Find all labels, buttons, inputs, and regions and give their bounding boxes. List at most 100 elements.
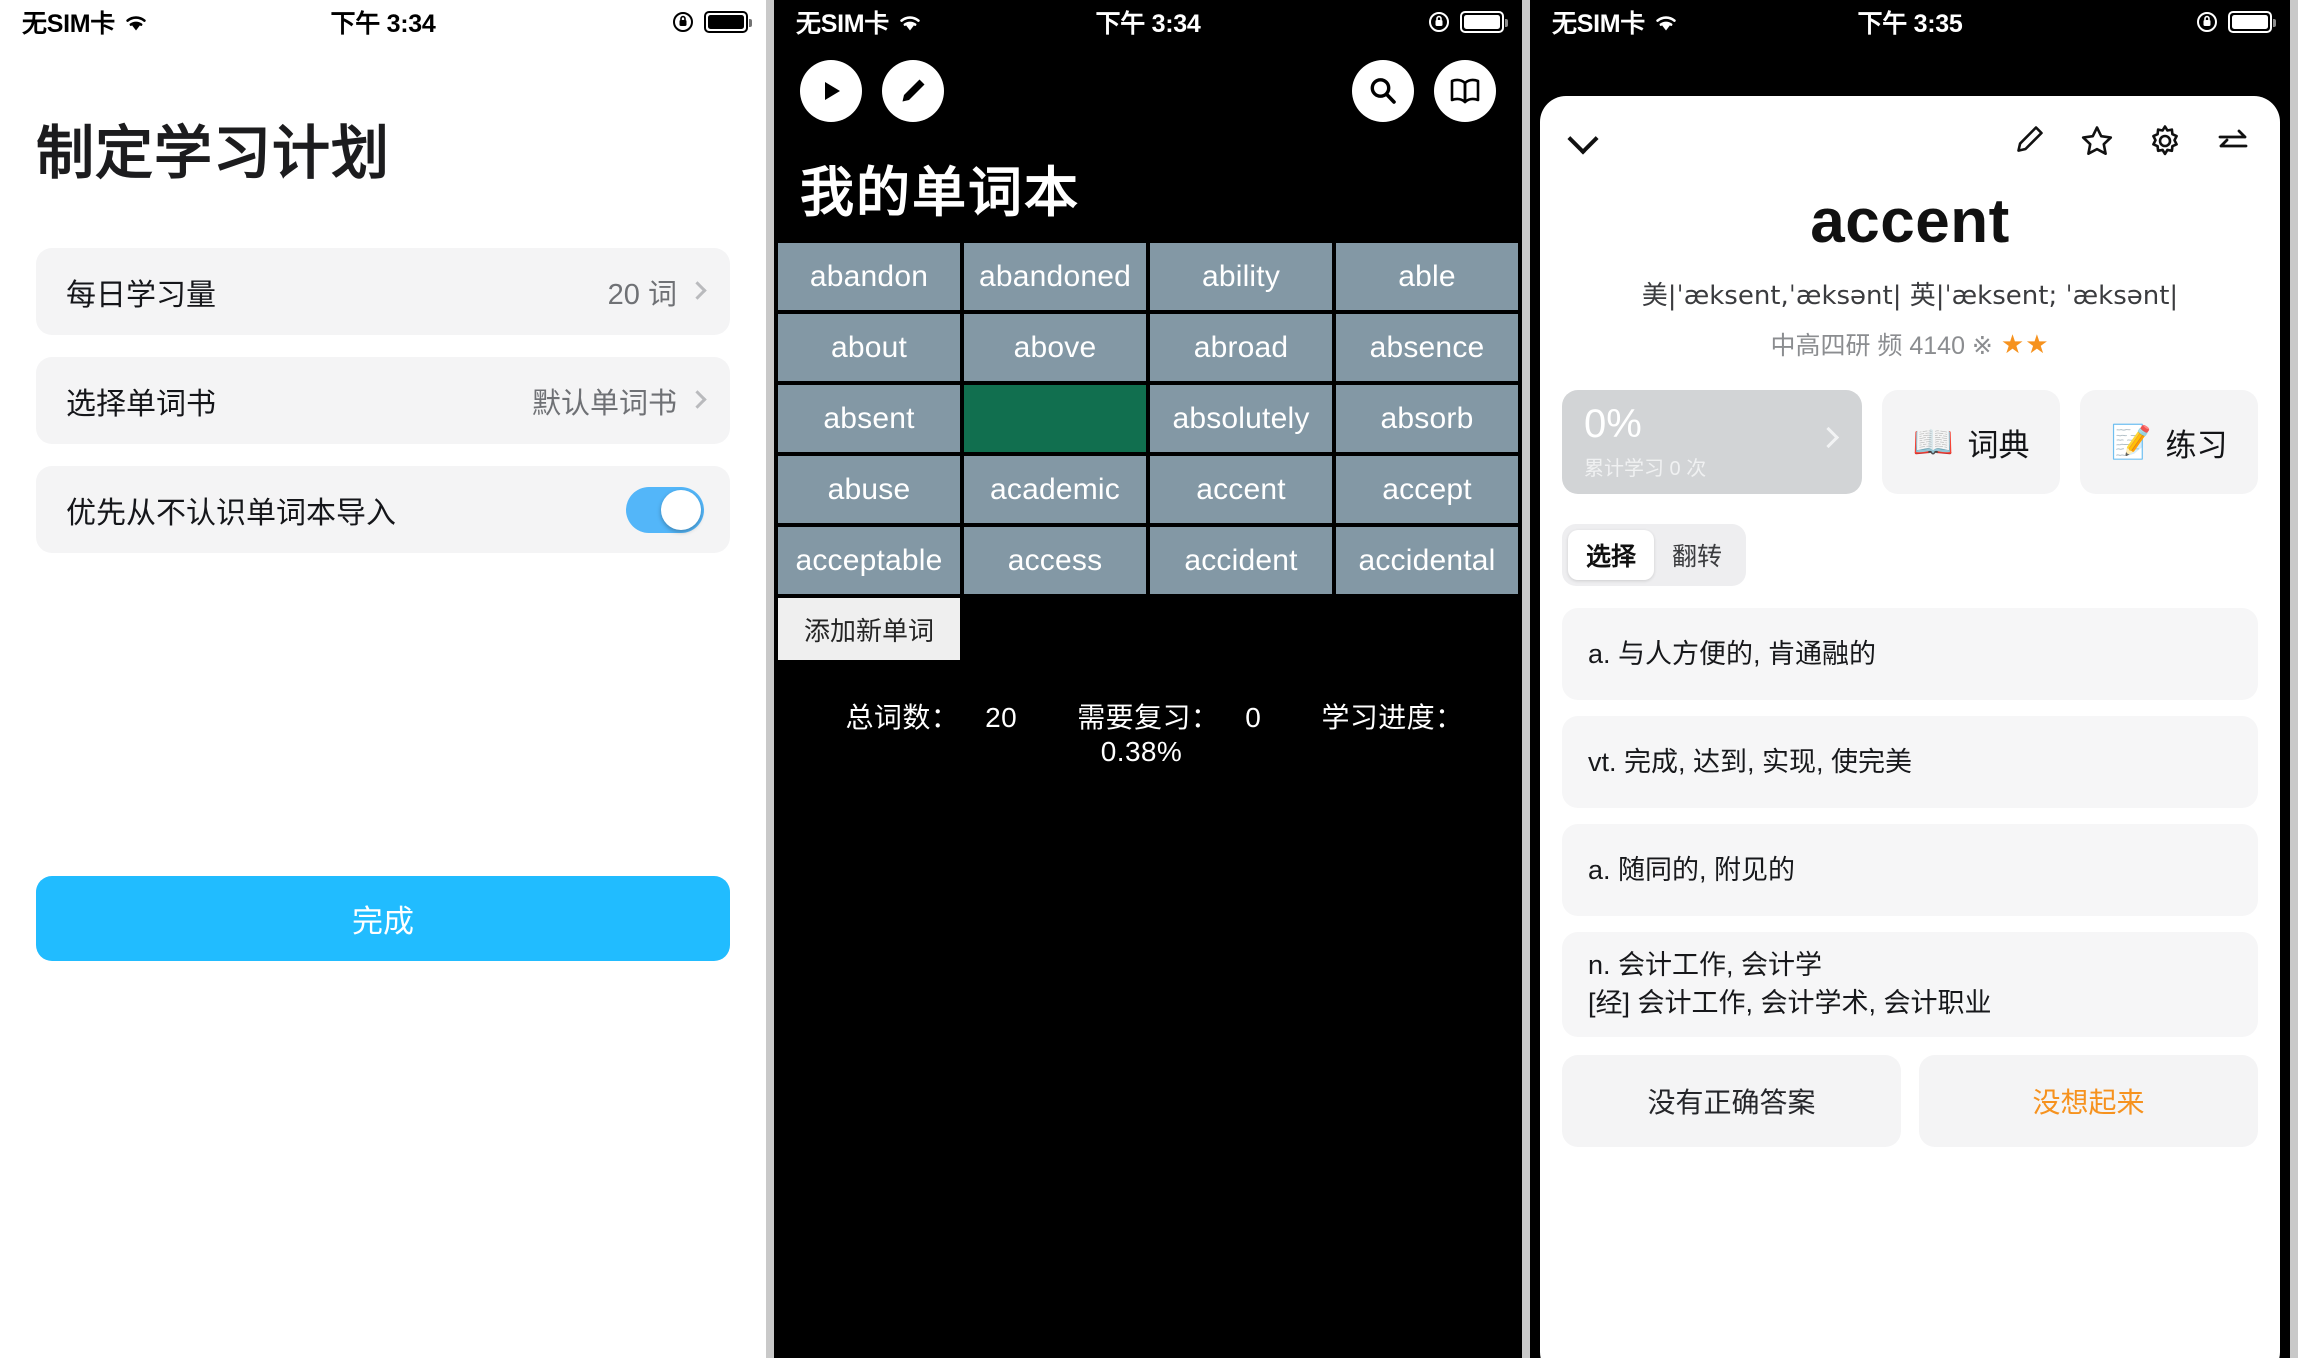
wordbook-title: 我的单词本 [800, 163, 1080, 223]
finish-button[interactable]: 完成 [36, 876, 730, 961]
study-progress-card[interactable]: 0% 累计学习 0 次 [1562, 390, 1862, 494]
word-cell[interactable]: absolutely [1150, 385, 1332, 452]
panel-my-wordbook: 无SIM卡 下午 3:34 我的单词本 abandon abandoned ab… [766, 0, 1530, 1358]
swap-icon[interactable] [2216, 124, 2250, 163]
stat-total: 总词数： 20 [833, 702, 1031, 733]
status-right-panel1 [672, 11, 752, 33]
gear-icon[interactable] [2148, 124, 2182, 163]
memo-pencil-icon: 📝 [2110, 422, 2152, 460]
word-cell[interactable]: absence [1336, 314, 1518, 381]
panel-word-detail: 无SIM卡 下午 3:35 accent 美|ˈæksent,ˈæksənt| … [1530, 0, 2290, 1358]
status-right-panel3 [2196, 11, 2276, 33]
word-frequency-text: 中高四研 频 4140 ※ [1770, 332, 1993, 360]
stat-review-label: 需要复习： [1077, 702, 1220, 733]
practice-button[interactable]: 📝 练习 [2080, 390, 2258, 494]
answer-option[interactable]: vt. 完成, 达到, 实现, 使完美 [1562, 716, 2258, 808]
setting-label: 选择单词书 [66, 387, 216, 421]
word-cell[interactable]: accidental [1336, 527, 1518, 594]
practice-label: 练习 [2165, 427, 2228, 463]
battery-icon [2228, 11, 2276, 33]
stat-progress-label: 学习进度： [1321, 702, 1464, 733]
word-title: accent [1810, 187, 2010, 256]
answer-option[interactable]: n. 会计工作, 会计学 [经] 会计工作, 会计学术, 会计职业 [1562, 932, 2258, 1037]
wordbook-toolbar [774, 44, 1522, 142]
word-cell[interactable]: accident [1150, 527, 1332, 594]
battery-icon [704, 11, 752, 33]
dictionary-button[interactable]: 📖 词典 [1882, 390, 2060, 494]
pencil-icon[interactable] [2012, 124, 2046, 163]
word-frequency: 中高四研 频 4140 ※ ★★ [1540, 326, 2280, 362]
word-cell[interactable]: absorb [1336, 385, 1518, 452]
word-cell-selected[interactable] [964, 385, 1146, 452]
dictionary-label: 词典 [1967, 427, 2030, 463]
status-bar-panel1: 无SIM卡 下午 3:34 [0, 0, 766, 44]
page-title: 制定学习计划 [36, 121, 391, 186]
word-detail-sheet: accent 美|ˈæksent,ˈæksənt| 英|ˈæksent; ˈæk… [1540, 96, 2280, 1358]
stat-total-label: 总词数： [845, 702, 960, 733]
search-icon[interactable] [1352, 60, 1414, 122]
answer-option[interactable]: a. 随同的, 附见的 [1562, 824, 2258, 916]
mode-tabs: 选择 翻转 [1562, 524, 1746, 586]
setting-label: 每日学习量 [66, 278, 216, 312]
rotation-lock-icon [2196, 11, 2218, 33]
word-cell[interactable]: abroad [1150, 314, 1332, 381]
word-star-rating: ★★ [2000, 328, 2050, 359]
chevron-right-icon [688, 390, 707, 409]
status-bar-panel3: 无SIM卡 下午 3:35 [1530, 0, 2290, 44]
word-action-cards: 0% 累计学习 0 次 📖 词典 📝 练习 [1540, 362, 2280, 494]
tab-flip[interactable]: 翻转 [1654, 530, 1740, 580]
setting-right: 默认单词书 [531, 380, 707, 422]
word-cell[interactable]: abandon [778, 243, 960, 310]
rotation-lock-icon [672, 11, 694, 33]
word-cell[interactable]: access [964, 527, 1146, 594]
stat-review-value: 0 [1245, 702, 1262, 733]
tab-select[interactable]: 选择 [1568, 530, 1654, 580]
book-icon[interactable] [1434, 60, 1496, 122]
word-cell[interactable]: acceptable [778, 527, 960, 594]
word-cell[interactable]: able [1336, 243, 1518, 310]
panel-study-plan: 无SIM卡 下午 3:34 制定学习计划 每日学习量 20 词 选择单词书 默认… [0, 0, 766, 1358]
open-book-icon: 📖 [1912, 422, 1954, 460]
setting-value: 20 词 [607, 278, 677, 311]
word-cell[interactable]: accent [1150, 456, 1332, 523]
setting-row-wordbook[interactable]: 选择单词书 默认单词书 [36, 357, 730, 444]
setting-row-daily-amount[interactable]: 每日学习量 20 词 [36, 248, 730, 335]
chevron-right-icon [688, 281, 707, 300]
word-grid: abandon abandoned ability able about above abr… [774, 243, 1522, 594]
word-cell[interactable]: about [778, 314, 960, 381]
word-cell[interactable]: abandoned [964, 243, 1146, 310]
word-detail-actions [2012, 124, 2250, 163]
status-time: 下午 3:34 [330, 10, 436, 38]
answer-option-list: a. 与人方便的, 肯通融的 vt. 完成, 达到, 实现, 使完美 a. 随同的,… [1540, 586, 2280, 1037]
wordbook-stats: 总词数： 20 需要复习： 0 学习进度： 0.38% [774, 696, 1522, 768]
setting-row-import-unknown[interactable]: 优先从不认识单词本导入 [36, 466, 730, 553]
no-correct-answer-button[interactable]: 没有正确答案 [1562, 1054, 1901, 1147]
word-phonetic: 美|ˈæksent,ˈæksənt| 英|ˈæksent; ˈæksənt| [1641, 281, 2179, 311]
word-cell[interactable]: above [964, 314, 1146, 381]
word-cell[interactable]: ability [1150, 243, 1332, 310]
setting-value: 默认单词书 [531, 387, 677, 420]
status-bar-panel2: 无SIM卡 下午 3:34 [774, 0, 1522, 44]
status-time: 下午 3:34 [1095, 10, 1201, 38]
rotation-lock-icon [1428, 11, 1450, 33]
import-unknown-toggle[interactable] [626, 486, 704, 533]
answer-option[interactable]: a. 与人方便的, 肯通融的 [1562, 608, 2258, 700]
stat-progress-value: 0.38% [1100, 736, 1183, 767]
three-phone-screenshot-stage: 无SIM卡 下午 3:34 制定学习计划 每日学习量 20 词 选择单词书 默认… [0, 0, 2298, 1358]
setting-right: 20 词 [607, 271, 707, 313]
play-icon[interactable] [800, 60, 862, 122]
settings-list: 每日学习量 20 词 选择单词书 默认单词书 优先从不认识单词本导入 [36, 248, 730, 553]
word-cell[interactable]: academic [964, 456, 1146, 523]
star-outline-icon[interactable] [2080, 124, 2114, 163]
chevron-down-icon[interactable] [1567, 123, 1599, 155]
cannot-recall-button[interactable]: 没想起来 [1919, 1054, 2258, 1147]
add-new-word-button[interactable]: 添加新单词 [778, 598, 960, 660]
setting-label: 优先从不认识单词本导入 [66, 496, 396, 530]
word-cell[interactable]: absent [778, 385, 960, 452]
pencil-icon[interactable] [882, 60, 944, 122]
word-cell[interactable]: accept [1336, 456, 1518, 523]
word-cell[interactable]: abuse [778, 456, 960, 523]
word-detail-topbar [1540, 96, 2280, 172]
status-time: 下午 3:35 [1857, 10, 1963, 38]
add-word-row: 添加新单词 [774, 594, 1522, 660]
